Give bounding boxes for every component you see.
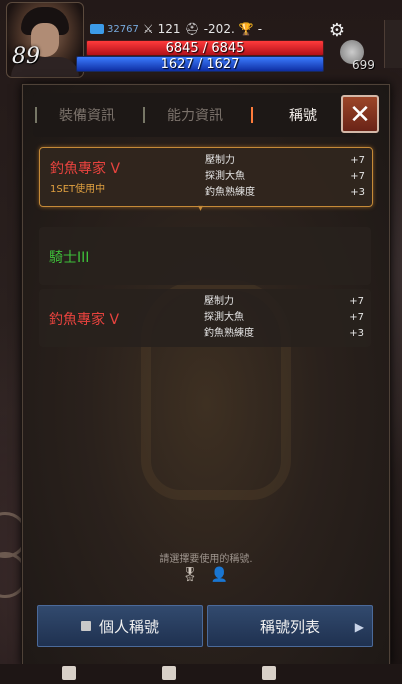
arrow-right-icon: ▶ bbox=[354, 620, 364, 634]
stat-line: 探測大魚 +7 bbox=[204, 310, 364, 326]
stat-line: 壓制力 +7 bbox=[204, 294, 364, 310]
stat-label: 壓制力 bbox=[205, 155, 235, 166]
select-title-hint: 請選擇要使用的稱號. bbox=[159, 554, 253, 565]
personal-title-button[interactable]: 個人稱號 bbox=[37, 605, 203, 647]
tab-separator bbox=[35, 107, 37, 123]
stat-line: 釣魚熟練度 +3 bbox=[204, 326, 364, 342]
stat-label: 探測大魚 bbox=[205, 171, 245, 182]
close-icon: ✕ bbox=[349, 100, 371, 130]
side-hud-edge bbox=[384, 20, 402, 68]
stat-label: 釣魚熟練度 bbox=[204, 328, 254, 339]
medal-icon: 🎖 bbox=[181, 567, 199, 583]
gear-icon[interactable]: ⚙ bbox=[328, 22, 346, 40]
trophy-icon: 🏆 bbox=[238, 22, 254, 36]
stat-label: 探測大魚 bbox=[204, 312, 244, 323]
hp-text: 6845 / 6845 bbox=[165, 40, 245, 56]
stat-line: 壓制力 +7 bbox=[205, 153, 365, 169]
mp-text: 1627 / 1627 bbox=[160, 56, 240, 72]
selected-indicator-icon: ▾ bbox=[198, 203, 204, 214]
trophy-value: - bbox=[257, 22, 263, 36]
stat-value: +3 bbox=[350, 187, 365, 198]
stat-value: +7 bbox=[349, 312, 364, 323]
defense-value: -202. bbox=[203, 22, 235, 36]
stat-value: +7 bbox=[349, 296, 364, 307]
stat-label: 釣魚熟練度 bbox=[205, 187, 255, 198]
stat-line: 釣魚熟練度 +3 bbox=[205, 185, 365, 201]
square-icon bbox=[80, 621, 91, 631]
character-info-panel: 裝備資訊 能力資訊 稱號 ✕ 釣魚專家 V 1SET使用中 壓制力 +7 探測大… bbox=[22, 84, 390, 666]
button-label: 稱號列表 bbox=[259, 617, 320, 636]
sword-icon: ⚔ bbox=[142, 22, 154, 36]
person-icon: 👤 bbox=[210, 567, 229, 583]
hint-icons: 🎖 👤 bbox=[181, 567, 228, 583]
stat-label: 壓制力 bbox=[204, 296, 234, 307]
stat-value: +3 bbox=[349, 328, 364, 339]
stat-value: +7 bbox=[350, 171, 365, 182]
tab-label: 能力資訊 bbox=[167, 108, 223, 124]
hud-slot[interactable] bbox=[162, 666, 176, 680]
tab-ability-info[interactable]: 能力資訊 bbox=[141, 93, 249, 137]
tab-label: 稱號 bbox=[289, 108, 317, 124]
hp-bar: 6845 / 6845 bbox=[86, 40, 324, 56]
exp-value: 32767 bbox=[107, 23, 139, 35]
bottom-hud-strip bbox=[0, 664, 402, 684]
attack-value: 121 bbox=[157, 22, 181, 36]
bottom-button-bar: 個人稱號 稱號列表 ▶ bbox=[37, 605, 373, 647]
title-card-knight[interactable]: 騎士III bbox=[39, 227, 371, 285]
tab-equipment-info[interactable]: 裝備資訊 bbox=[33, 93, 141, 137]
title-in-use-status: 1SET使用中 bbox=[50, 184, 106, 195]
title-stats: 壓制力 +7 探測大魚 +7 釣魚熟練度 +3 bbox=[205, 153, 365, 201]
exp-badge: 32767 bbox=[90, 24, 139, 35]
mp-bar: 1627 / 1627 bbox=[76, 56, 324, 72]
player-hud: 89 32767 ⚔ 121 ⛑ -202. 🏆 - 6845 / 6845 1… bbox=[0, 0, 402, 78]
panel-tabs: 裝備資訊 能力資訊 稱號 bbox=[33, 93, 357, 137]
button-label: 個人稱號 bbox=[98, 617, 159, 636]
title-card-fishing-expert-active[interactable]: 釣魚專家 V 1SET使用中 壓制力 +7 探測大魚 +7 釣魚熟練度 +3 ▾ bbox=[39, 147, 373, 214]
stat-row: 32767 ⚔ 121 ⛑ -202. 🏆 - bbox=[90, 20, 262, 38]
close-button[interactable]: ✕ bbox=[341, 95, 379, 133]
stat-value: +7 bbox=[350, 155, 365, 166]
tab-separator bbox=[251, 107, 253, 123]
helmet-icon: ⛑ bbox=[184, 22, 200, 36]
stat-line: 探測大魚 +7 bbox=[205, 169, 365, 185]
title-stats: 壓制力 +7 探測大魚 +7 釣魚熟練度 +3 bbox=[204, 294, 364, 342]
title-list-button[interactable]: 稱號列表 ▶ bbox=[207, 605, 373, 647]
title-name: 釣魚專家 V bbox=[50, 161, 121, 177]
title-card-fishing-expert[interactable]: 釣魚專家 V 壓制力 +7 探測大魚 +7 釣魚熟練度 +3 bbox=[39, 289, 371, 347]
title-name: 騎士III bbox=[49, 250, 90, 266]
exp-icon bbox=[90, 24, 104, 34]
hud-slot[interactable] bbox=[62, 666, 76, 680]
hud-slot[interactable] bbox=[262, 666, 276, 680]
tab-label: 裝備資訊 bbox=[59, 108, 115, 124]
title-name: 釣魚專家 V bbox=[49, 312, 120, 328]
bag-count: 699 bbox=[352, 58, 375, 72]
tab-separator bbox=[143, 107, 145, 123]
character-level: 89 bbox=[12, 44, 40, 69]
